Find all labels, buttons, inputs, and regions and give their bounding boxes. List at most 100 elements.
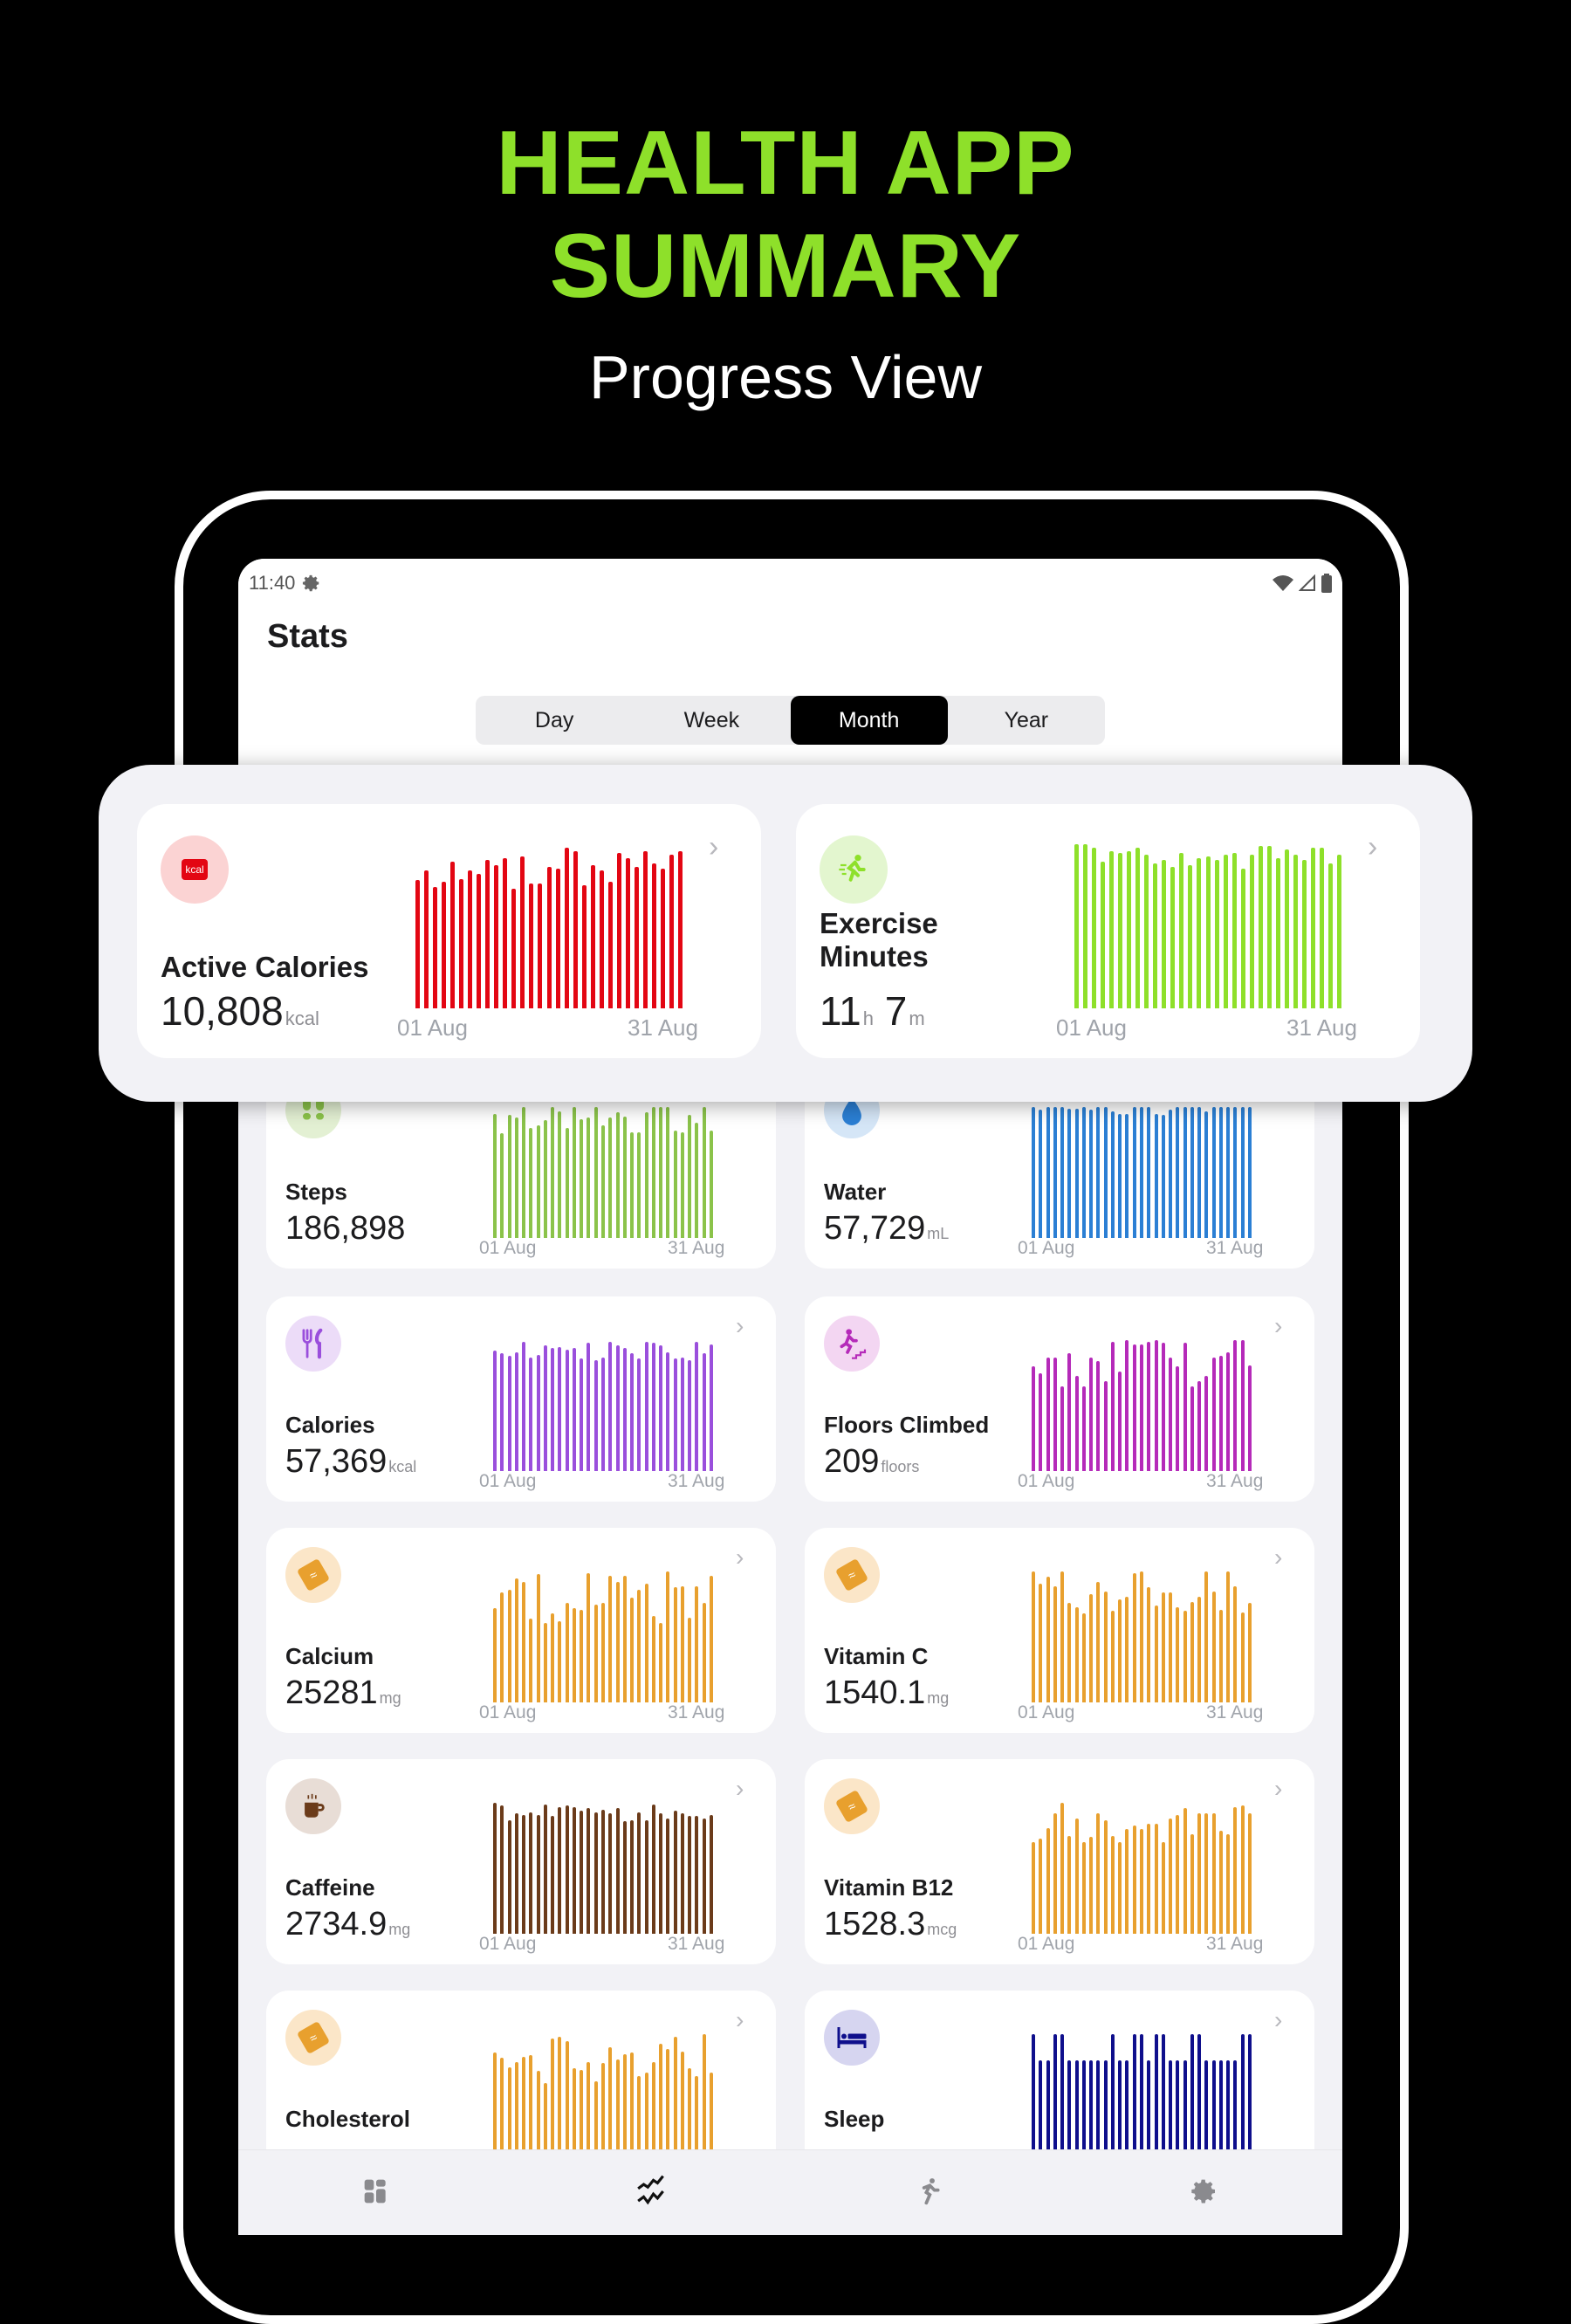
chart-bar xyxy=(546,866,552,1008)
chart-bar xyxy=(1132,1107,1136,1238)
tab-year[interactable]: Year xyxy=(948,696,1105,745)
chart-bar xyxy=(709,1344,713,1471)
chart-bar xyxy=(1247,1603,1252,1702)
chevron-right-icon[interactable]: › xyxy=(1274,1312,1282,1340)
pill-icon: ≈ xyxy=(285,2010,341,2066)
bar-chart-floors-climbed xyxy=(1030,1340,1253,1471)
chart-bar xyxy=(1197,1813,1202,1934)
nav-activity[interactable] xyxy=(791,2150,1067,2235)
chart-bar xyxy=(702,1107,706,1238)
chart-bar xyxy=(1176,1366,1180,1471)
metric-label: Floors Climbed xyxy=(824,1412,990,1438)
chevron-right-icon[interactable]: › xyxy=(736,2006,744,2034)
chart-bar xyxy=(1320,847,1325,1008)
bar-chart-vitamin-c xyxy=(1030,1571,1253,1702)
chevron-right-icon[interactable]: › xyxy=(1274,1775,1282,1803)
chart-bar xyxy=(1183,1107,1187,1238)
chart-bar xyxy=(593,1107,598,1238)
metric-value: 2734.9 mg xyxy=(285,1906,410,1943)
chart-bar xyxy=(1147,1587,1151,1702)
hero-subtitle: Progress View xyxy=(588,343,982,411)
axis-end-label: 31 Aug xyxy=(668,1934,725,1954)
chart-bar xyxy=(1183,1343,1187,1471)
chevron-right-icon[interactable]: › xyxy=(1274,1544,1282,1571)
hero-title-line2: SUMMARY xyxy=(549,216,1022,317)
chart-bar xyxy=(1140,2034,1143,2165)
chart-bar xyxy=(1249,854,1254,1008)
chevron-right-icon[interactable]: › xyxy=(1274,2006,1282,2034)
chevron-right-icon[interactable]: › xyxy=(736,1312,744,1340)
metric-card-floors-climbed[interactable]: Floors Climbed 209 floors 01 Aug 31 Aug › xyxy=(805,1296,1314,1502)
chart-bar xyxy=(666,2048,670,2165)
metric-unit: mL xyxy=(927,1225,950,1242)
metric-card-calories[interactable]: Calories 57,369 kcal 01 Aug 31 Aug › xyxy=(266,1296,776,1502)
chevron-right-icon[interactable]: › xyxy=(736,1775,744,1803)
chevron-right-icon[interactable]: › xyxy=(736,1544,744,1571)
metric-card-calcium[interactable]: ≈ Calcium 25281 mg 01 Aug 31 Aug › xyxy=(266,1528,776,1733)
metric-number: 10,808 xyxy=(161,988,284,1034)
nav-stats[interactable] xyxy=(514,2150,790,2235)
chart-bar xyxy=(1132,2034,1136,2165)
metric-unit: mcg xyxy=(927,1921,957,1938)
pill-icon: ≈ xyxy=(824,1778,880,1834)
tab-week[interactable]: Week xyxy=(633,696,790,745)
chart-bar xyxy=(1032,1571,1036,1702)
chevron-right-icon[interactable]: › xyxy=(1368,830,1377,864)
metric-value: 1540.1 mg xyxy=(824,1674,949,1712)
axis-start-label: 01 Aug xyxy=(397,1014,468,1041)
chart-bar xyxy=(507,1819,511,1934)
chart-bar xyxy=(458,878,463,1008)
metric-card-active-calories[interactable]: kcal Active Calories 10,808kcal 01 Aug 31 Au… xyxy=(137,804,761,1058)
chart-bar xyxy=(580,1811,584,1934)
chart-bar xyxy=(572,1348,576,1471)
chart-bar xyxy=(630,2052,635,2165)
chart-bar xyxy=(565,2040,569,2165)
metric-card-vitamin-b12[interactable]: ≈ Vitamin B12 1528.3 mcg 01 Aug 31 Aug › xyxy=(805,1759,1314,1964)
metric-card-caffeine[interactable]: Caffeine 2734.9 mg 01 Aug 31 Aug › xyxy=(266,1759,776,1964)
nav-dashboard[interactable] xyxy=(238,2150,514,2235)
metric-number: 1528.3 xyxy=(824,1906,926,1942)
chart-bar xyxy=(1110,1835,1115,1934)
kcal-icon: kcal xyxy=(161,835,229,904)
chart-bar xyxy=(500,1805,504,1934)
chart-bar xyxy=(1053,1585,1057,1702)
chart-bar xyxy=(1302,859,1307,1008)
chart-bar xyxy=(1179,852,1184,1008)
chart-bar xyxy=(1135,847,1140,1008)
chart-bar xyxy=(1140,1829,1143,1934)
chart-bar xyxy=(1096,1107,1101,1238)
chart-bar xyxy=(702,1819,706,1934)
chevron-right-icon[interactable]: › xyxy=(709,830,718,864)
chart-bar xyxy=(688,1816,692,1934)
chart-bar xyxy=(1125,1340,1129,1471)
metric-number: 2734.9 xyxy=(285,1906,388,1942)
axis-end-label: 31 Aug xyxy=(628,1014,698,1041)
chart-bar xyxy=(1100,861,1105,1008)
metric-card-exercise-minutes[interactable]: Exercise Minutes 11h 7m 01 Aug 31 Aug › xyxy=(796,804,1420,1058)
chart-bar xyxy=(507,1356,511,1471)
chart-bar xyxy=(529,1812,533,1934)
nav-settings[interactable] xyxy=(1067,2150,1342,2235)
chart-bar xyxy=(1046,1107,1050,1238)
tab-month[interactable]: Month xyxy=(790,696,948,745)
chart-bar xyxy=(1053,1357,1057,1471)
metric-label: Active Calories xyxy=(161,951,369,983)
chart-bar xyxy=(514,1117,518,1238)
chart-bar xyxy=(573,850,578,1008)
chart-bar xyxy=(415,880,420,1008)
chart-bar xyxy=(637,1131,641,1238)
chart-bar xyxy=(441,882,446,1008)
battery-icon xyxy=(1321,574,1332,593)
tab-day[interactable]: Day xyxy=(476,696,633,745)
metric-label: Vitamin B12 xyxy=(824,1874,954,1901)
chart-bar xyxy=(1240,1805,1245,1934)
metric-label: Vitamin C xyxy=(824,1643,929,1669)
chart-bar xyxy=(1089,1110,1094,1238)
chart-bar xyxy=(1046,1577,1050,1702)
minutes-value: 7 xyxy=(874,988,908,1034)
metric-card-vitamin-c[interactable]: ≈ Vitamin C 1540.1 mg 01 Aug 31 Aug › xyxy=(805,1528,1314,1733)
chart-bar xyxy=(1205,856,1211,1008)
chart-bar xyxy=(651,1107,655,1238)
chart-bar xyxy=(608,1341,613,1471)
chart-bar xyxy=(1039,1110,1043,1238)
